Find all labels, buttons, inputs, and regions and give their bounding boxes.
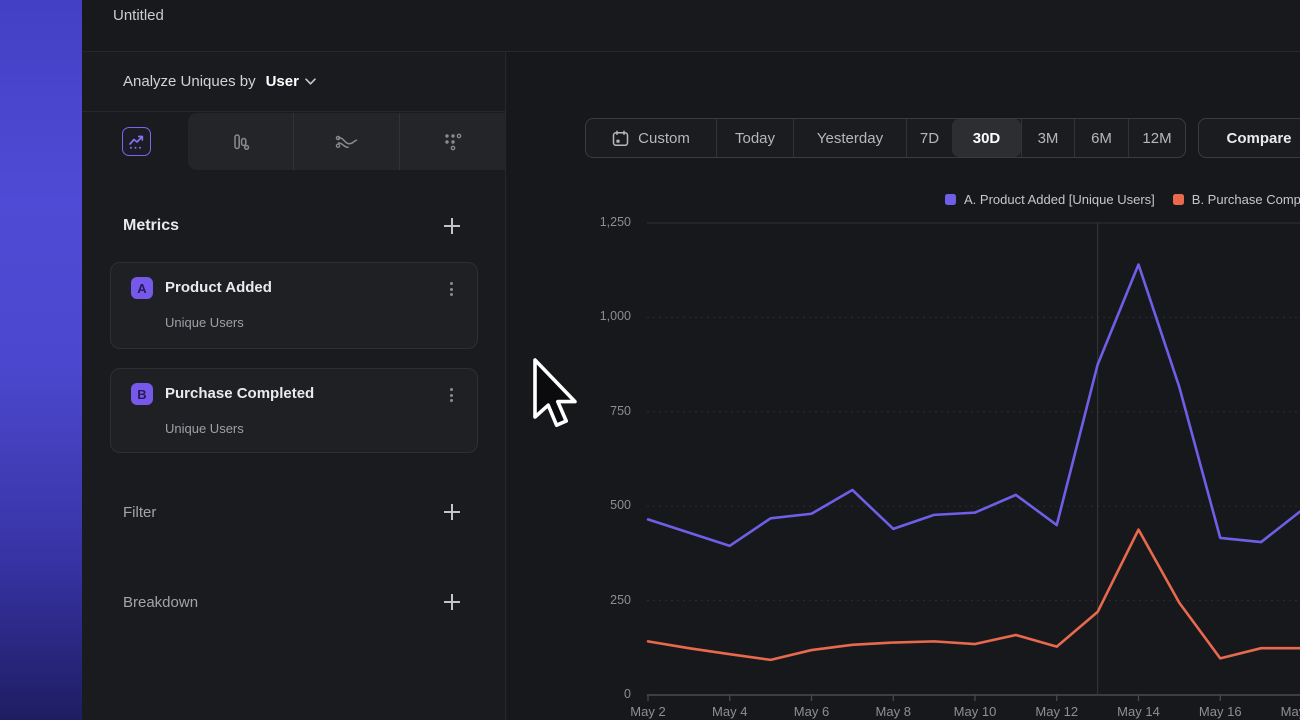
y-tick-label: 1,250: [561, 215, 631, 229]
add-filter-button[interactable]: [443, 503, 461, 521]
metric-title-b: Purchase Completed: [165, 385, 314, 402]
breakdown-row: Breakdown: [82, 588, 505, 616]
analyze-by-dropdown[interactable]: User: [266, 73, 316, 90]
analytics-app-screen: { "window": { "title": "Untitled" }, "co…: [0, 0, 1300, 720]
legend-label-b: B. Purchase Completed [Unique Users]: [1192, 192, 1300, 207]
bar-chart-icon: [230, 131, 252, 153]
range-yesterday[interactable]: Yesterday: [793, 119, 906, 157]
calendar-icon: [612, 130, 629, 147]
compare-button[interactable]: Compare: [1198, 118, 1300, 158]
x-tick-label: May 6: [780, 704, 844, 719]
flow-chart-icon: [335, 133, 359, 151]
metric-grid-icon: [442, 131, 464, 153]
legend-item-b[interactable]: B. Purchase Completed [Unique Users]: [1173, 192, 1300, 207]
metric-menu-b-icon[interactable]: [443, 385, 459, 405]
legend-swatch-b: [1173, 194, 1184, 205]
metric-badge-a: A: [131, 277, 153, 299]
range-today[interactable]: Today: [716, 119, 793, 157]
x-tick-label: May 12: [1025, 704, 1089, 719]
range-custom[interactable]: Custom: [586, 119, 716, 157]
tab-metric-grid[interactable]: [399, 113, 505, 170]
add-breakdown-button[interactable]: [443, 593, 461, 611]
chart-type-tabs: [82, 113, 505, 170]
tab-flow-chart[interactable]: [293, 113, 399, 170]
date-range-bar: Custom Today Yesterday 7D 30D 3M 6M 12M: [585, 118, 1186, 158]
range-3m[interactable]: 3M: [1021, 119, 1074, 157]
filter-row: Filter: [82, 498, 505, 526]
y-tick-label: 1,000: [561, 309, 631, 323]
line-chart[interactable]: [647, 222, 1300, 702]
x-tick-label: May 10: [943, 704, 1007, 719]
legend-label-a: A. Product Added [Unique Users]: [964, 192, 1155, 207]
x-tick-label: May 2: [616, 704, 680, 719]
range-6m[interactable]: 6M: [1074, 119, 1128, 157]
tab-bar-chart[interactable]: [188, 113, 293, 170]
chart-legend: A. Product Added [Unique Users] B. Purch…: [945, 191, 1300, 208]
x-tick-label: May 14: [1107, 704, 1171, 719]
y-tick-label: 750: [561, 404, 631, 418]
metric-subtitle-b[interactable]: Unique Users: [165, 421, 244, 436]
range-7d[interactable]: 7D: [906, 119, 952, 157]
metric-card-b[interactable]: B Purchase Completed Unique Users: [110, 368, 478, 453]
breakdown-header: Breakdown: [123, 594, 198, 611]
range-30d[interactable]: 30D: [952, 119, 1021, 157]
range-custom-label: Custom: [638, 130, 690, 147]
metrics-header: Metrics: [123, 217, 179, 235]
range-12m[interactable]: 12M: [1128, 119, 1185, 157]
x-tick-label: May 18: [1270, 704, 1300, 719]
app-window: Untitled Analyze Uniques by User: [82, 0, 1300, 720]
x-tick-label: May 4: [698, 704, 762, 719]
chart-panel: Custom Today Yesterday 7D 30D 3M 6M 12M …: [507, 52, 1300, 720]
sidebar: Analyze Uniques by User: [82, 52, 506, 720]
analyze-label: Analyze Uniques by: [123, 73, 256, 90]
analyze-row: Analyze Uniques by User: [82, 52, 505, 112]
legend-swatch-a: [945, 194, 956, 205]
metric-title-a: Product Added: [165, 279, 272, 296]
x-tick-label: May 16: [1188, 704, 1252, 719]
filter-header: Filter: [123, 504, 156, 521]
metric-badge-b: B: [131, 383, 153, 405]
series-line-b: [648, 530, 1300, 660]
series-line-a: [648, 265, 1300, 546]
analyze-by-value: User: [266, 73, 299, 90]
chevron-down-icon: [305, 78, 316, 85]
y-tick-label: 500: [561, 498, 631, 512]
add-metric-button[interactable]: [443, 217, 461, 235]
metric-card-a[interactable]: A Product Added Unique Users: [110, 262, 478, 349]
chart-type-tab-strip: [188, 113, 505, 170]
metric-menu-a-icon[interactable]: [443, 279, 459, 299]
report-title[interactable]: Untitled: [113, 7, 164, 24]
line-chart-icon: [128, 133, 146, 151]
y-tick-label: 0: [561, 687, 631, 701]
tab-line-chart[interactable]: [122, 127, 151, 156]
x-tick-label: May 8: [861, 704, 925, 719]
left-gradient-panel: [0, 0, 82, 720]
metrics-header-row: Metrics: [82, 212, 505, 240]
metric-subtitle-a[interactable]: Unique Users: [165, 315, 244, 330]
top-bar: Untitled: [82, 0, 1300, 52]
y-tick-label: 250: [561, 593, 631, 607]
legend-item-a[interactable]: A. Product Added [Unique Users]: [945, 192, 1155, 207]
